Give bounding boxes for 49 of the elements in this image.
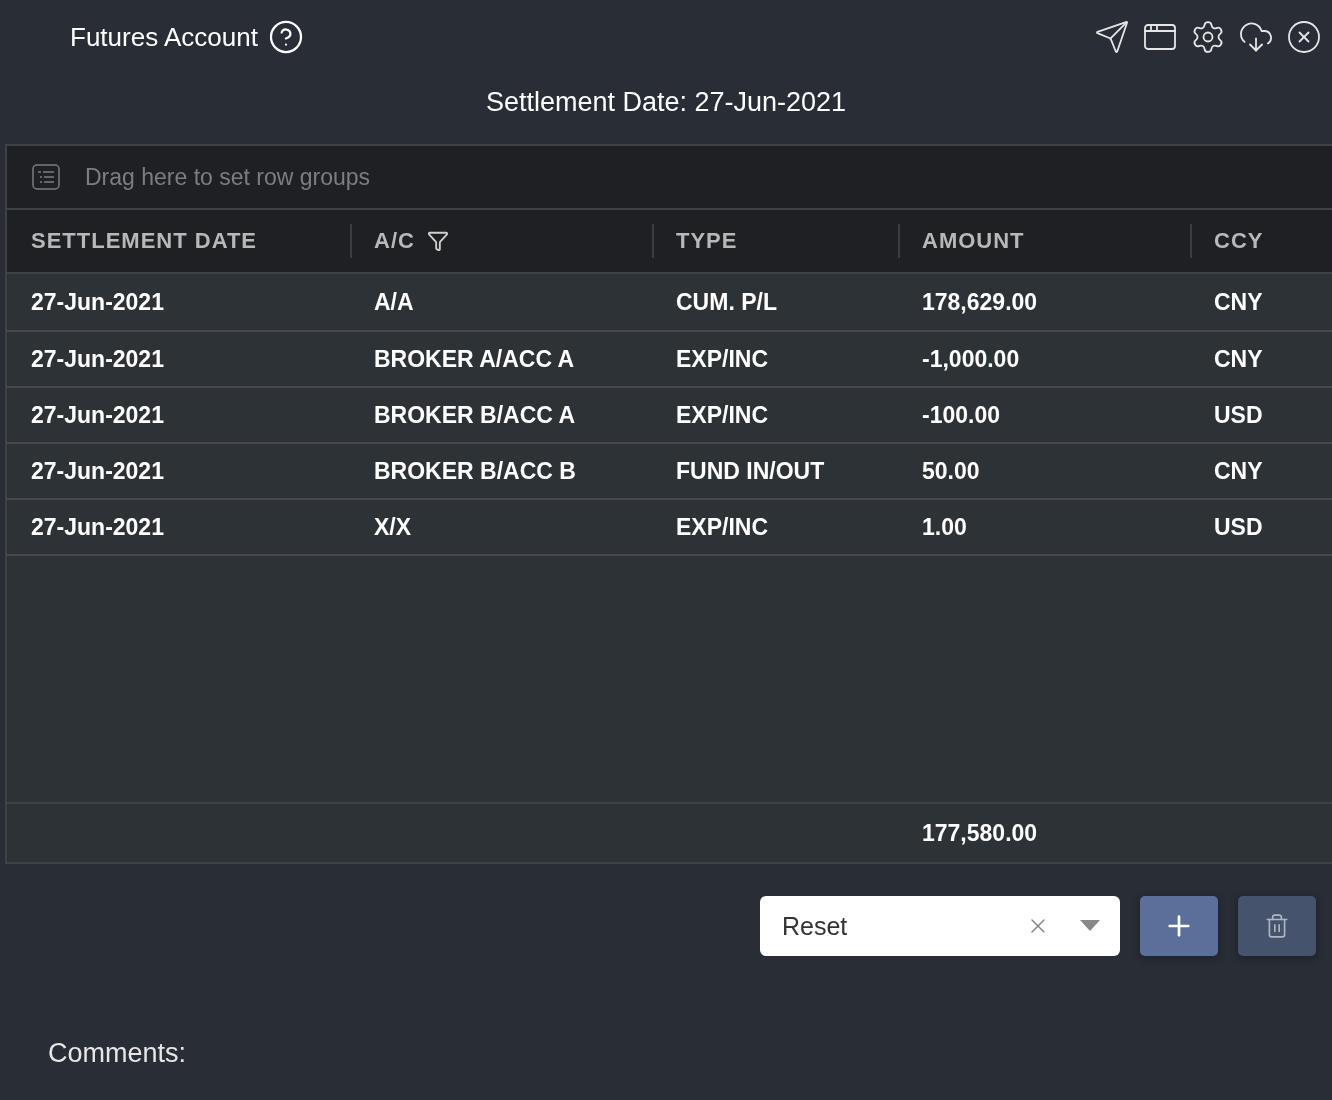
table-cell-text: 27-Jun-2021	[30, 512, 165, 542]
table-cell-text: BROKER A/ACC A	[373, 344, 576, 374]
table-cell-text: BROKER B/ACC A	[373, 400, 577, 430]
table-cell-text: 27-Jun-2021	[30, 456, 165, 486]
table-cell-text: 27-Jun-2021	[30, 400, 165, 430]
column-header-label: A/C	[374, 228, 415, 254]
table-cell-text: USD	[1213, 400, 1264, 430]
total-amount: 177,580.00	[921, 818, 1039, 848]
table-cell-text: CNY	[1213, 287, 1264, 317]
table-cell-text: EXP/INC	[675, 400, 770, 430]
table-cell-text: FUND IN/OUT	[675, 456, 826, 486]
column-header-label: AMOUNT	[922, 228, 1025, 254]
table-cell-text: USD	[1213, 512, 1264, 542]
table-cell-text: -100.00	[921, 400, 1001, 430]
table-cell-text: CNY	[1213, 456, 1264, 486]
table-cell-text: BROKER B/ACC B	[373, 456, 577, 486]
close-icon[interactable]	[1286, 19, 1322, 55]
table-cell-text: CUM. P/L	[675, 287, 778, 317]
table-cell-text: -1,000.00	[921, 344, 1021, 374]
table-cell-text: EXP/INC	[675, 512, 770, 542]
filter-icon[interactable]	[426, 230, 449, 252]
column-header-cell[interactable]: SETTLEMENT DATE	[7, 224, 350, 258]
table-cell-text: CNY	[1213, 344, 1264, 374]
column-header-label: SETTLEMENT DATE	[31, 228, 258, 254]
comments-label: Comments:	[47, 1037, 188, 1069]
column-header-cell[interactable]: CCY	[1190, 224, 1332, 258]
trash-icon	[1264, 913, 1290, 939]
table-cell-text: 1.00	[921, 512, 968, 542]
column-header-cell[interactable]: TYPE	[652, 224, 898, 258]
group-bar-placeholder: Drag here to set row groups	[85, 163, 371, 191]
help-icon[interactable]	[267, 19, 304, 55]
table-cell-text: 27-Jun-2021	[30, 344, 165, 374]
list-icon	[31, 162, 61, 192]
column-header-cell[interactable]: AMOUNT	[898, 224, 1190, 258]
column-header-label: TYPE	[676, 228, 738, 254]
row-group-drop-field[interactable]: Drag here to set row groups	[7, 146, 1332, 210]
table-cell-text: EXP/INC	[675, 344, 770, 374]
column-header-label: CCY	[1214, 228, 1264, 254]
table-cell-text: X/X	[373, 512, 413, 542]
window-title: Futures Account	[70, 21, 258, 53]
table-cell-text: 50.00	[921, 456, 981, 486]
send-icon[interactable]	[1094, 19, 1130, 55]
settlement-date: Settlement Date: 27-Jun-2021	[485, 86, 847, 119]
table-cell-text: A/A	[373, 287, 415, 317]
column-header-cell[interactable]: A/C	[350, 224, 652, 258]
table-cell-text: 27-Jun-2021	[30, 287, 165, 317]
reset-select[interactable]: Reset	[760, 896, 1120, 956]
table-cell-text: 178,629.00	[921, 287, 1039, 317]
caret-icon[interactable]	[1080, 920, 1100, 932]
